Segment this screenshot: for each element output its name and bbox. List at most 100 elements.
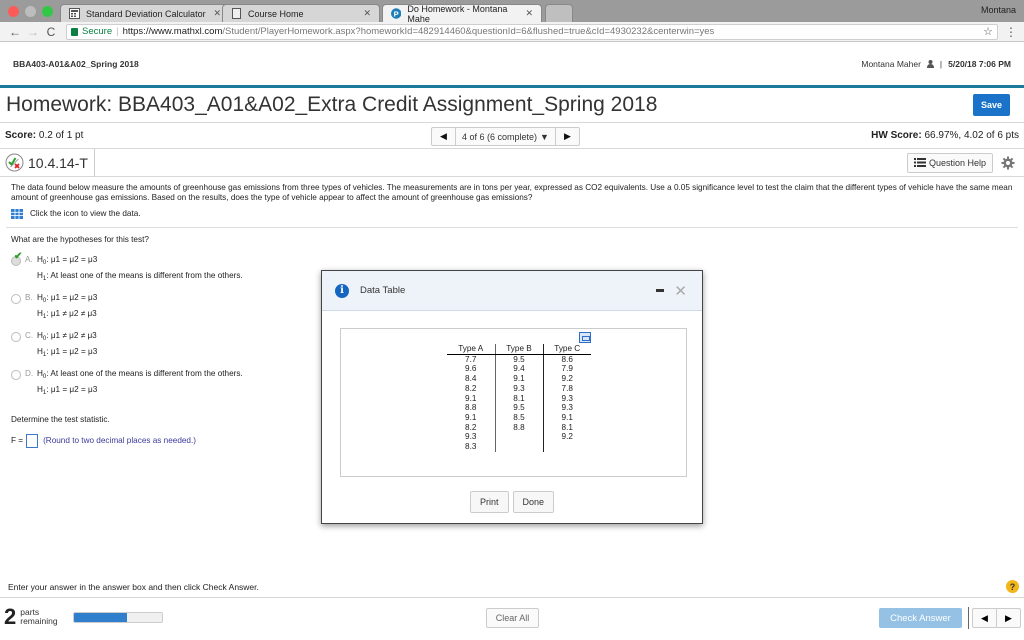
- table-cell: 8.5: [495, 412, 544, 423]
- radio-button-a[interactable]: ✔: [11, 252, 22, 266]
- minimize-window-button[interactable]: [25, 6, 36, 17]
- radio-button-d[interactable]: [11, 370, 21, 380]
- tab-standard-deviation-calculator[interactable]: Standard Deviation Calculator ✕: [60, 4, 230, 22]
- table-row: 8.8 9.5 9.3: [447, 403, 591, 413]
- table-cell: 9.1: [561, 412, 573, 422]
- previous-button[interactable]: ◀: [973, 609, 997, 627]
- dialog-title: Data Table: [360, 285, 406, 296]
- minimize-icon[interactable]: [656, 289, 665, 292]
- h1-line: H1: At least one of the means is differe…: [37, 271, 243, 284]
- close-tab-icon[interactable]: ✕: [525, 8, 533, 19]
- table-cell: 8.6: [561, 354, 573, 364]
- table-cell: 8.1: [495, 393, 544, 404]
- parts-count: 2: [4, 604, 17, 629]
- table-header-row: Type A Type B Type C: [447, 344, 591, 355]
- view-data-text: Click the icon to view the data.: [30, 209, 141, 218]
- forward-arrow-icon[interactable]: →: [24, 25, 42, 39]
- browser-menu-icon[interactable]: ⋮: [1004, 25, 1018, 39]
- radio-button-c[interactable]: [11, 332, 21, 342]
- help-icon[interactable]: ?: [1006, 580, 1019, 593]
- dropdown-caret-icon: ▼: [540, 131, 549, 142]
- done-button[interactable]: Done: [512, 491, 555, 513]
- homework-header: Homework: BBA403_A01&A02_Extra Credit As…: [0, 88, 1024, 123]
- question-help-button[interactable]: Question Help: [906, 152, 993, 173]
- close-window-button[interactable]: [8, 6, 19, 17]
- table-cell: 8.3: [447, 442, 496, 452]
- secure-label: Secure: [82, 26, 113, 37]
- question-pager: ◀ ▶: [972, 608, 1021, 628]
- h0-label: H0:: [37, 331, 49, 342]
- question-prompt: The data found below measure the amounts…: [11, 183, 1013, 202]
- question-help-label: Question Help: [928, 157, 986, 168]
- table-row: 9.3 9.2: [447, 432, 591, 443]
- pearson-icon: P: [391, 8, 402, 19]
- save-button[interactable]: Save: [972, 94, 1010, 116]
- table-cell: 8.8: [495, 422, 544, 433]
- table-cell: 7.9: [561, 364, 573, 374]
- tab-course-home[interactable]: Course Home ✕: [222, 4, 380, 22]
- user-name[interactable]: Montana Maher: [861, 59, 921, 69]
- question-select[interactable]: 4 of 6 (6 complete) ▼: [456, 128, 555, 145]
- score: Score: 0.2 of 1 pt: [5, 130, 83, 141]
- header-separator: |: [939, 58, 943, 69]
- hypotheses-question: What are the hypotheses for this test?: [11, 235, 149, 244]
- table-cell: 9.4: [495, 364, 544, 375]
- date-time: 5/20/18 7:06 PM: [948, 58, 1011, 69]
- table-row: 8.2 9.3 7.8: [447, 383, 591, 394]
- question-id: 10.4.14-T: [28, 148, 95, 177]
- table-row: 9.6 9.4 7.9: [447, 364, 591, 375]
- data-table-container: Type A Type B Type C 7.7 9.5 8.6 9.6 9.4 7.9 8…: [340, 328, 687, 477]
- f-label: F =: [11, 436, 24, 445]
- h0-line: H0: μ1 = μ2 = μ3: [37, 255, 243, 268]
- table-cell: 9.3: [447, 432, 496, 443]
- close-tab-icon[interactable]: ✕: [213, 8, 221, 19]
- next-button[interactable]: ▶: [997, 609, 1020, 627]
- h0-line: H0: μ1 = μ2 = μ3: [37, 293, 97, 306]
- calculator-icon: [69, 8, 80, 19]
- reload-icon[interactable]: C: [42, 25, 60, 39]
- table-row: 9.1 8.5 9.1: [447, 412, 591, 423]
- bookmark-star-icon[interactable]: ☆: [983, 25, 993, 38]
- h1-text: μ1 = μ2 = μ3: [50, 347, 98, 356]
- browser-profile-name[interactable]: Montana: [981, 5, 1016, 15]
- close-tab-icon[interactable]: ✕: [363, 8, 371, 19]
- divider: [6, 227, 1018, 228]
- column-header: Type C: [543, 344, 591, 355]
- print-button[interactable]: Print: [469, 491, 509, 513]
- copy-data-icon[interactable]: [579, 332, 591, 343]
- previous-question-button[interactable]: ◀: [432, 128, 456, 145]
- table-row: 8.2 8.8 8.1: [447, 422, 591, 433]
- partial-credit-icon: [5, 153, 24, 172]
- score-value: 0.2 of 1 pt: [38, 130, 84, 141]
- data-table-icon[interactable]: [11, 209, 23, 219]
- lock-icon: [71, 27, 78, 36]
- page-icon: [232, 8, 241, 19]
- tab-do-homework[interactable]: P Do Homework - Montana Mahe ✕: [382, 3, 542, 24]
- progress-bar: [73, 612, 163, 623]
- homework-title: Homework: BBA403_A01&A02_Extra Credit As…: [6, 93, 658, 116]
- check-answer-button[interactable]: Check Answer: [879, 608, 962, 628]
- back-arrow-icon[interactable]: ←: [6, 25, 24, 39]
- f-answer-input[interactable]: [26, 434, 39, 448]
- table-cell: 9.1: [447, 393, 496, 404]
- table-cell: [495, 432, 544, 443]
- hw-score-label: HW Score:: [871, 130, 922, 141]
- table-cell: 8.4: [447, 374, 496, 384]
- radio-button-b[interactable]: [11, 294, 21, 304]
- h0-text: μ1 = μ2 = μ3: [50, 255, 98, 264]
- next-question-button[interactable]: ▶: [554, 128, 579, 145]
- table-cell: 9.1: [447, 412, 496, 423]
- info-icon: i: [335, 283, 349, 298]
- maximize-window-button[interactable]: [42, 6, 53, 17]
- new-tab-button[interactable]: [545, 4, 573, 22]
- footer-instruction: Enter your answer in the answer box and …: [8, 582, 259, 592]
- parts-remaining: 2 parts remaining: [4, 606, 58, 628]
- tab-label: Course Home: [248, 8, 304, 19]
- h0-label: H0:: [37, 369, 49, 380]
- tab-label: Do Homework - Montana Mahe: [407, 3, 508, 24]
- clear-all-button[interactable]: Clear All: [486, 608, 539, 628]
- url-input[interactable]: Secure | https://www.mathxl.com /Student…: [66, 23, 998, 40]
- question-position: 4 of 6 (6 complete): [462, 131, 538, 142]
- gear-icon[interactable]: [1001, 156, 1015, 170]
- close-icon[interactable]: ✕: [674, 282, 687, 300]
